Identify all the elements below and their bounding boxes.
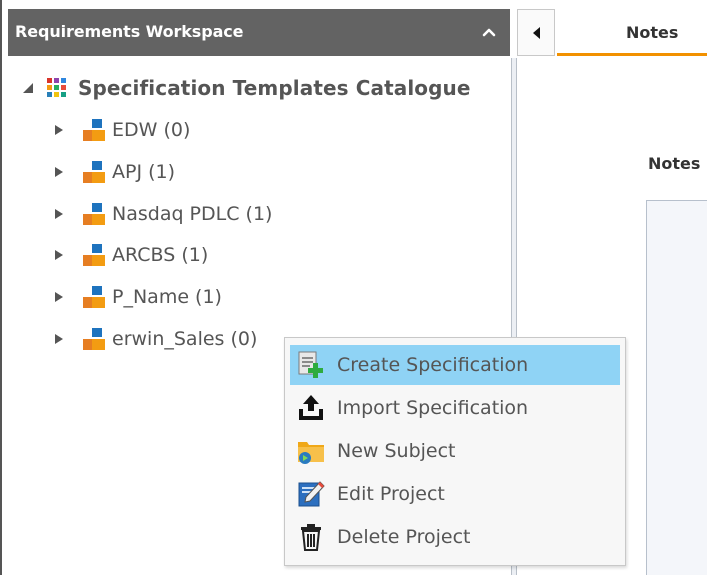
tree-item-arcbs[interactable]: ARCBS (1) [54, 241, 208, 269]
menu-item-label: New Subject [337, 440, 456, 462]
collapsed-triangle-icon[interactable] [54, 124, 64, 136]
notes-editor[interactable] [646, 200, 707, 575]
menu-item-import-specification[interactable]: Import Specification [290, 388, 620, 428]
tree-item-label: ARCBS (1) [112, 244, 209, 266]
workspace-header: Requirements Workspace [8, 9, 510, 56]
import-icon [294, 393, 328, 423]
tree-item-edw[interactable]: EDW (0) [54, 116, 190, 144]
menu-item-edit-project[interactable]: Edit Project [290, 474, 620, 514]
caret-left-icon [533, 27, 540, 39]
tree-root-catalogue[interactable]: Specification Templates Catalogue [22, 74, 471, 102]
new-subject-icon [294, 436, 328, 466]
project-icon [83, 161, 105, 183]
notes-heading: Notes [648, 154, 701, 173]
expanded-triangle-icon[interactable] [22, 82, 34, 94]
project-icon [83, 286, 105, 308]
tree-item-label: erwin_Sales (0) [112, 328, 258, 350]
menu-item-new-subject[interactable]: New Subject [290, 431, 620, 471]
menu-item-label: Create Specification [337, 354, 529, 376]
tree-item-label: APJ (1) [112, 161, 176, 183]
chevron-up-icon[interactable] [480, 23, 498, 41]
project-icon [83, 203, 105, 225]
tab-notes-label: Notes [626, 23, 679, 42]
catalogue-grid-icon [47, 78, 66, 97]
context-menu: Create Specification Import Specificatio… [284, 337, 626, 566]
menu-item-delete-project[interactable]: Delete Project [290, 517, 620, 557]
tree-item-p-name[interactable]: P_Name (1) [54, 283, 222, 311]
tab-notes[interactable]: Notes [557, 9, 707, 56]
menu-item-label: Import Specification [337, 397, 529, 419]
edit-icon [294, 479, 328, 509]
collapsed-triangle-icon[interactable] [54, 166, 64, 178]
collapse-left-panel-button[interactable] [517, 9, 555, 56]
create-specification-icon [294, 350, 328, 380]
tree-item-label: P_Name (1) [112, 286, 222, 308]
project-icon [83, 119, 105, 141]
collapsed-triangle-icon[interactable] [54, 291, 64, 303]
tree-item-label: Nasdaq PDLC (1) [112, 203, 273, 225]
menu-item-create-specification[interactable]: Create Specification [290, 345, 620, 385]
collapsed-triangle-icon[interactable] [54, 249, 64, 261]
tab-bar: Notes [517, 0, 707, 58]
collapsed-triangle-icon[interactable] [54, 208, 64, 220]
tree-item-erwin-sales[interactable]: erwin_Sales (0) [54, 325, 257, 353]
project-icon [83, 328, 105, 350]
tree-item-nasdaq-pdlc[interactable]: Nasdaq PDLC (1) [54, 200, 272, 228]
menu-item-label: Delete Project [337, 526, 471, 548]
tree-item-label: EDW (0) [112, 119, 191, 141]
workspace-title: Requirements Workspace [15, 22, 244, 41]
tree-item-apj[interactable]: APJ (1) [54, 158, 175, 186]
tree-root-label: Specification Templates Catalogue [78, 76, 471, 100]
menu-item-label: Edit Project [337, 483, 445, 505]
trash-icon [294, 522, 328, 552]
project-icon [83, 244, 105, 266]
collapsed-triangle-icon[interactable] [54, 333, 64, 345]
